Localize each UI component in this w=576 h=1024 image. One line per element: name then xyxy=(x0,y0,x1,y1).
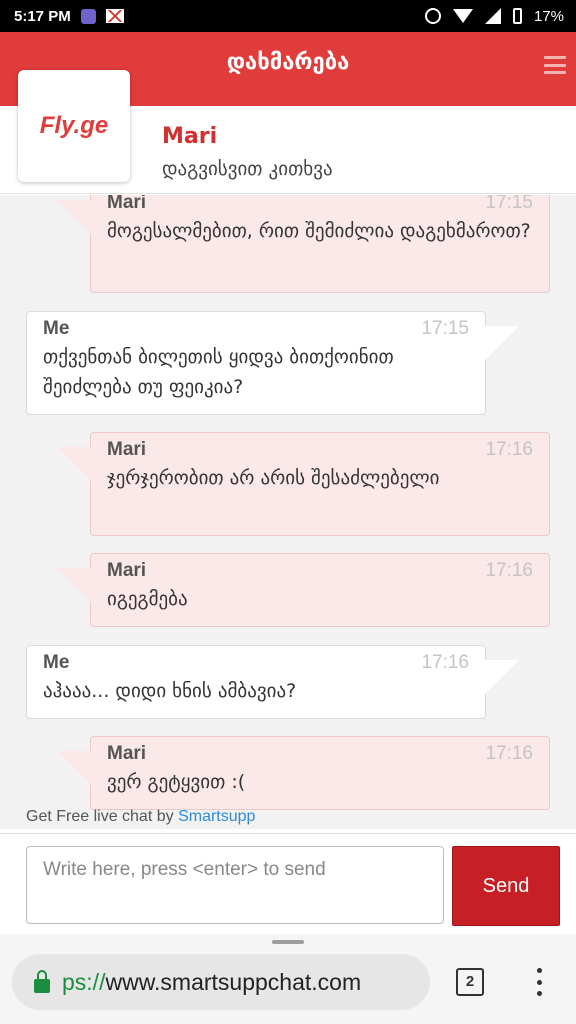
message-agent: Mari 17:15 მოგესალმებით, რით შემიძლია და… xyxy=(57,195,550,293)
message-text: იგეგმება xyxy=(107,588,188,610)
message-agent: Mari 17:16 ვერ გეტყვით :( xyxy=(57,736,550,810)
message-time: 17:15 xyxy=(421,318,469,339)
url-host: www.smartsuppchat.com xyxy=(105,968,362,995)
menu-icon[interactable] xyxy=(544,56,566,74)
agent-subtitle: დაგვისვით კითხვა xyxy=(162,158,333,180)
alarm-icon xyxy=(424,8,441,24)
smartsupp-link[interactable]: Smartsupp xyxy=(178,808,255,825)
message-text: ვერ გეტყვით :( xyxy=(107,771,246,793)
message-author: Mari xyxy=(107,560,147,581)
message-author: Mari xyxy=(107,439,147,460)
message-agent: Mari 17:16 ჯერჯერობით არ არის შესაძლებელ… xyxy=(57,432,550,536)
battery-icon xyxy=(512,8,522,24)
agent-panel: Fly.ge Mari დაგვისვით კითხვა xyxy=(0,70,576,194)
message-text: აჰააა... დიდი ხნის ამბავია? xyxy=(43,680,297,702)
send-button[interactable]: Send xyxy=(452,846,560,926)
powered-by: Get Free live chat by Smartsupp xyxy=(26,808,255,826)
message-author: Me xyxy=(43,652,70,673)
wifi-icon xyxy=(452,9,473,23)
message-text: მოგესალმებით, რით შემიძლია დაგეხმაროთ? xyxy=(107,220,531,242)
message-agent: Mari 17:16 იგეგმება xyxy=(57,553,550,627)
drag-handle[interactable] xyxy=(272,940,304,944)
gmail-notification-icon xyxy=(105,9,124,23)
message-user: Me 17:16 აჰააა... დიდი ხნის ამბავია? xyxy=(26,645,519,719)
message-author: Mari xyxy=(107,195,147,213)
message-user: Me 17:15 თქვენთან ბილეთის ყიდვა ბითქოინი… xyxy=(26,311,519,415)
url-scheme: ps:// xyxy=(62,968,106,995)
battery-percent: 17% xyxy=(533,7,564,25)
app-notification-icon xyxy=(80,8,96,24)
browser-toolbar: ps://www.smartsuppchat.com 2 xyxy=(0,934,576,1024)
message-author: Mari xyxy=(107,743,147,764)
tab-switcher-button[interactable]: 2 xyxy=(456,968,484,996)
lock-icon xyxy=(34,970,50,993)
message-time: 17:16 xyxy=(485,439,533,460)
message-time: 17:16 xyxy=(485,743,533,764)
message-text: ჯერჯერობით არ არის შესაძლებელი xyxy=(107,467,440,489)
status-bar: 5:17 PM 17% xyxy=(0,0,576,32)
company-logo: Fly.ge xyxy=(18,70,130,182)
message-author: Me xyxy=(43,318,70,339)
more-options-icon[interactable] xyxy=(534,968,544,996)
signal-icon xyxy=(484,8,501,24)
url-text: ps://www.smartsuppchat.com xyxy=(62,969,361,996)
logo-text: Fly.ge xyxy=(39,112,109,139)
address-bar[interactable]: ps://www.smartsuppchat.com xyxy=(12,954,430,1010)
message-input[interactable] xyxy=(26,846,444,924)
agent-name: Mari xyxy=(162,124,218,149)
message-time: 17:15 xyxy=(485,195,533,213)
message-time: 17:16 xyxy=(421,652,469,673)
chat-messages[interactable]: Mari 17:15 მოგესალმებით, რით შემიძლია და… xyxy=(0,195,576,829)
message-time: 17:16 xyxy=(485,560,533,581)
status-time: 5:17 PM xyxy=(14,7,71,25)
powered-by-prefix: Get Free live chat by xyxy=(26,808,179,825)
compose-bar: Send xyxy=(0,833,576,933)
message-text: თქვენთან ბილეთის ყიდვა ბითქოინით შეიძლებ… xyxy=(43,346,394,398)
